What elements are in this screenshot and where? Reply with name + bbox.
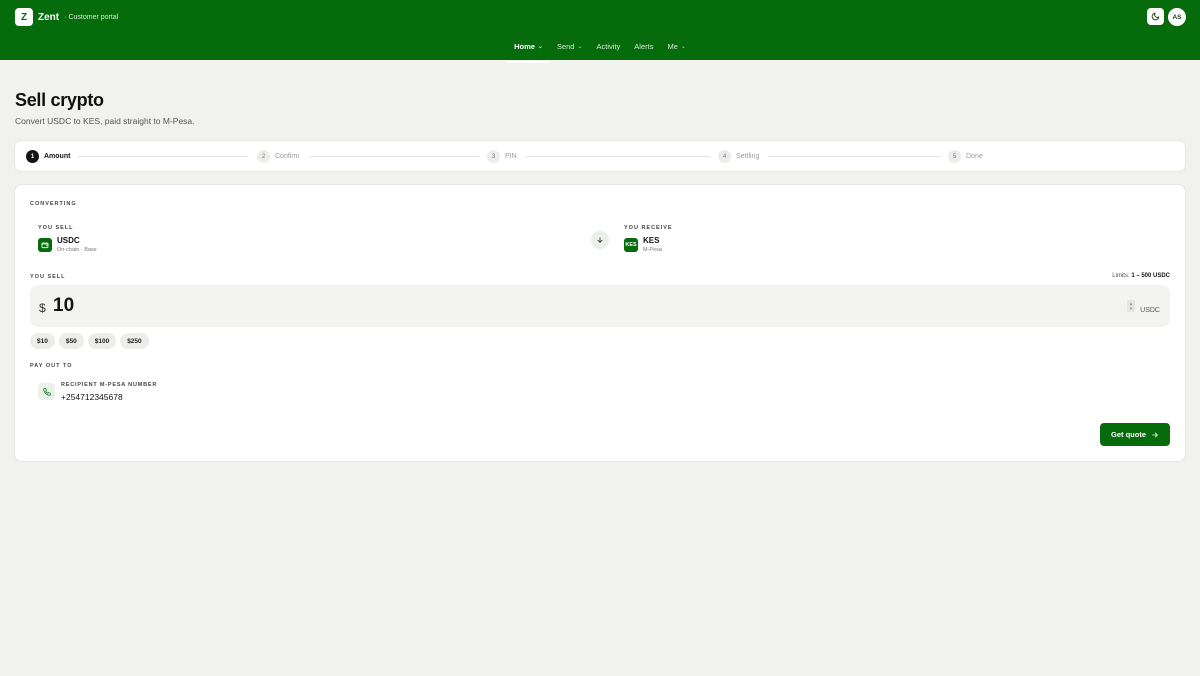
sell-asset-name: USDC (57, 236, 80, 245)
preset-10-button[interactable]: $10 (30, 333, 55, 349)
step-confirm: 2 Confirm (257, 150, 300, 163)
sell-asset-network: On-chain · Base (57, 247, 97, 253)
nav-item-activity[interactable]: Activity (590, 38, 628, 61)
receive-asset-method: M-Pesa (643, 247, 662, 253)
preset-100-button[interactable]: $100 (87, 333, 117, 349)
swap-direction-button[interactable] (591, 231, 609, 249)
step-connector (768, 156, 941, 157)
brand-separator: · (64, 13, 67, 21)
logo: Z (15, 8, 33, 26)
step-done: 5 Done (948, 150, 983, 163)
step-pin: 3 PIN (487, 150, 517, 163)
brand-subtitle: Customer portal (68, 13, 119, 21)
chevron-down-icon[interactable]: ▼ (1129, 306, 1133, 311)
get-quote-button[interactable]: Get quote (1100, 423, 1170, 446)
sell-form-card: CONVERTING YOU SELL USDC On-chain · Base… (15, 185, 1185, 461)
preset-amounts: $10 $50 $100 $250 (30, 333, 149, 349)
top-header: Z Zent · Customer portal AS Home ⌄ Send ⌄ … (0, 0, 1200, 63)
nav-item-home[interactable]: Home ⌄ (507, 38, 550, 63)
nav-item-me[interactable]: Me ⌄ (660, 38, 692, 61)
nav-item-alerts[interactable]: Alerts (627, 38, 660, 61)
you-sell-label: YOU SELL (38, 225, 74, 231)
page-subtitle: Convert USDC to KES, paid straight to M-… (15, 116, 195, 126)
arrow-down-icon (597, 237, 603, 243)
preset-250-button[interactable]: $250 (120, 333, 149, 349)
brand[interactable]: Z Zent · Customer portal (15, 8, 118, 26)
converting-label: CONVERTING (30, 201, 77, 207)
nav-item-send[interactable]: Send ⌄ (550, 38, 590, 61)
pay-out-label: PAY OUT TO (30, 363, 73, 369)
chevron-down-icon: ⌄ (680, 44, 686, 50)
you-receive-label: YOU RECEIVE (624, 225, 673, 231)
progress-stepper: 1 Amount 2 Confirm 3 PIN 4 Settling 5 Do… (15, 141, 1185, 171)
brand-name: Zent (38, 11, 60, 23)
amount-stepper[interactable]: ▲ ▼ (1127, 300, 1135, 312)
receive-asset-name: KES (643, 236, 660, 245)
step-settling: 4 Settling (718, 150, 759, 163)
main-nav: Home ⌄ Send ⌄ Activity Alerts Me ⌄ (0, 38, 1200, 63)
moon-icon (1151, 12, 1160, 21)
amount-unit: USDC (1140, 307, 1160, 314)
kes-currency-icon: KES (624, 238, 638, 252)
chevron-down-icon: ⌄ (577, 44, 583, 50)
step-connector (525, 156, 710, 157)
recipient-phone-field[interactable]: +254712345678 (61, 392, 123, 402)
amount-value[interactable]: 10 (53, 295, 74, 317)
preset-50-button[interactable]: $50 (58, 333, 84, 349)
step-amount: 1 Amount (26, 150, 70, 163)
limits-text: Limits: 1 – 500 USDC (1112, 273, 1170, 279)
chevron-down-icon: ⌄ (537, 44, 543, 50)
arrow-right-icon (1152, 432, 1158, 437)
amount-input[interactable]: $ 10 ▲ ▼ USDC (30, 285, 1170, 327)
currency-symbol: $ (39, 301, 46, 315)
phone-icon (38, 383, 55, 400)
recipient-label: RECIPIENT M-PESA NUMBER (61, 382, 158, 388)
avatar[interactable]: AS (1168, 8, 1186, 26)
step-connector (309, 156, 479, 157)
theme-toggle-button[interactable] (1147, 8, 1164, 25)
page-title: Sell crypto (15, 90, 104, 110)
step-connector (78, 156, 248, 157)
amount-label: YOU SELL (30, 274, 66, 280)
wallet-icon (38, 238, 52, 252)
